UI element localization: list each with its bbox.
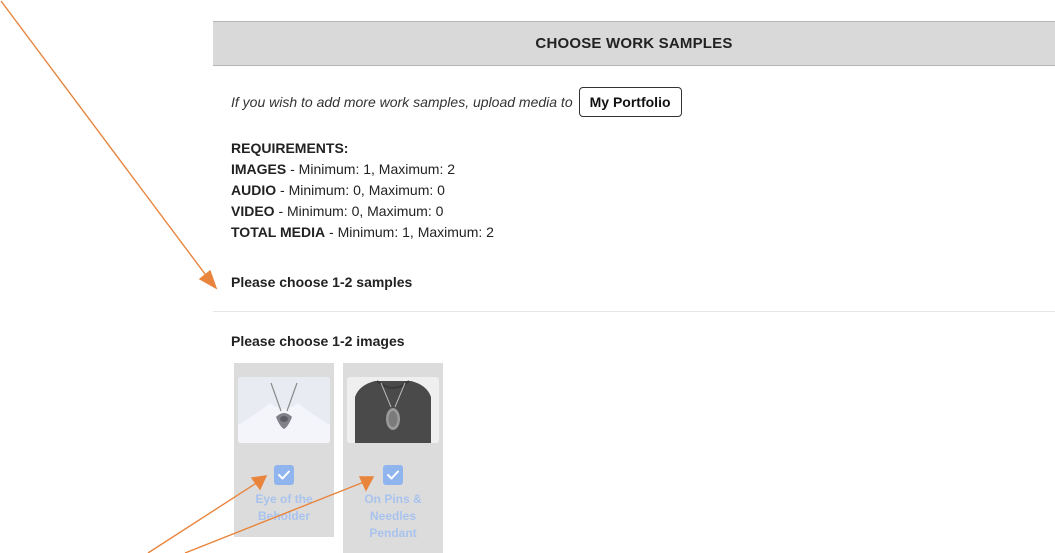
portfolio-intro: If you wish to add more work samples, up… (231, 86, 682, 118)
sample-thumbnail-pendant-bust (347, 377, 439, 443)
sample-checkbox[interactable] (274, 465, 294, 485)
requirement-label: TOTAL MEDIA (231, 224, 326, 240)
sample-title: On Pins & Needles Pendant (364, 492, 422, 540)
requirement-label: VIDEO (231, 203, 275, 219)
checkmark-icon (278, 470, 290, 480)
section-divider (213, 311, 1055, 312)
requirements-block: REQUIREMENTS: IMAGES - Minimum: 1, Maxim… (231, 138, 494, 243)
requirement-audio: AUDIO - Minimum: 0, Maximum: 0 (231, 180, 494, 201)
requirement-images: IMAGES - Minimum: 1, Maximum: 2 (231, 159, 494, 180)
sample-card-on-pins-and-needles-pendant[interactable]: On Pins & Needles Pendant (343, 363, 443, 553)
requirement-label: IMAGES (231, 161, 287, 177)
requirements-title: REQUIREMENTS: (231, 140, 349, 156)
requirement-video: VIDEO - Minimum: 0, Maximum: 0 (231, 201, 494, 222)
requirement-total-media: TOTAL MEDIA - Minimum: 1, Maximum: 2 (231, 222, 494, 243)
sample-title: Eye of the Beholder (255, 492, 313, 523)
requirement-label: AUDIO (231, 182, 277, 198)
sample-checkbox[interactable] (383, 465, 403, 485)
sample-card-eye-of-the-beholder[interactable]: Eye of the Beholder (234, 363, 334, 537)
portfolio-intro-text: If you wish to add more work samples, up… (231, 94, 573, 110)
section-title: CHOOSE WORK SAMPLES (535, 35, 733, 52)
samples-prompt: Please choose 1-2 samples (231, 274, 413, 290)
requirement-detail: - Minimum: 1, Maximum: 2 (286, 161, 456, 177)
sample-thumbnail-heart-necklace (238, 377, 330, 443)
section-header: CHOOSE WORK SAMPLES (213, 21, 1055, 66)
annotation-arrows (0, 0, 375, 553)
requirement-detail: - Minimum: 0, Maximum: 0 (276, 182, 445, 198)
checkmark-icon (387, 470, 399, 480)
requirement-detail: - Minimum: 0, Maximum: 0 (274, 203, 444, 219)
requirement-detail: - Minimum: 1, Maximum: 2 (325, 224, 494, 240)
annotation-arrow (0, 0, 218, 290)
images-prompt: Please choose 1-2 images (231, 333, 405, 349)
my-portfolio-button[interactable]: My Portfolio (578, 87, 682, 117)
